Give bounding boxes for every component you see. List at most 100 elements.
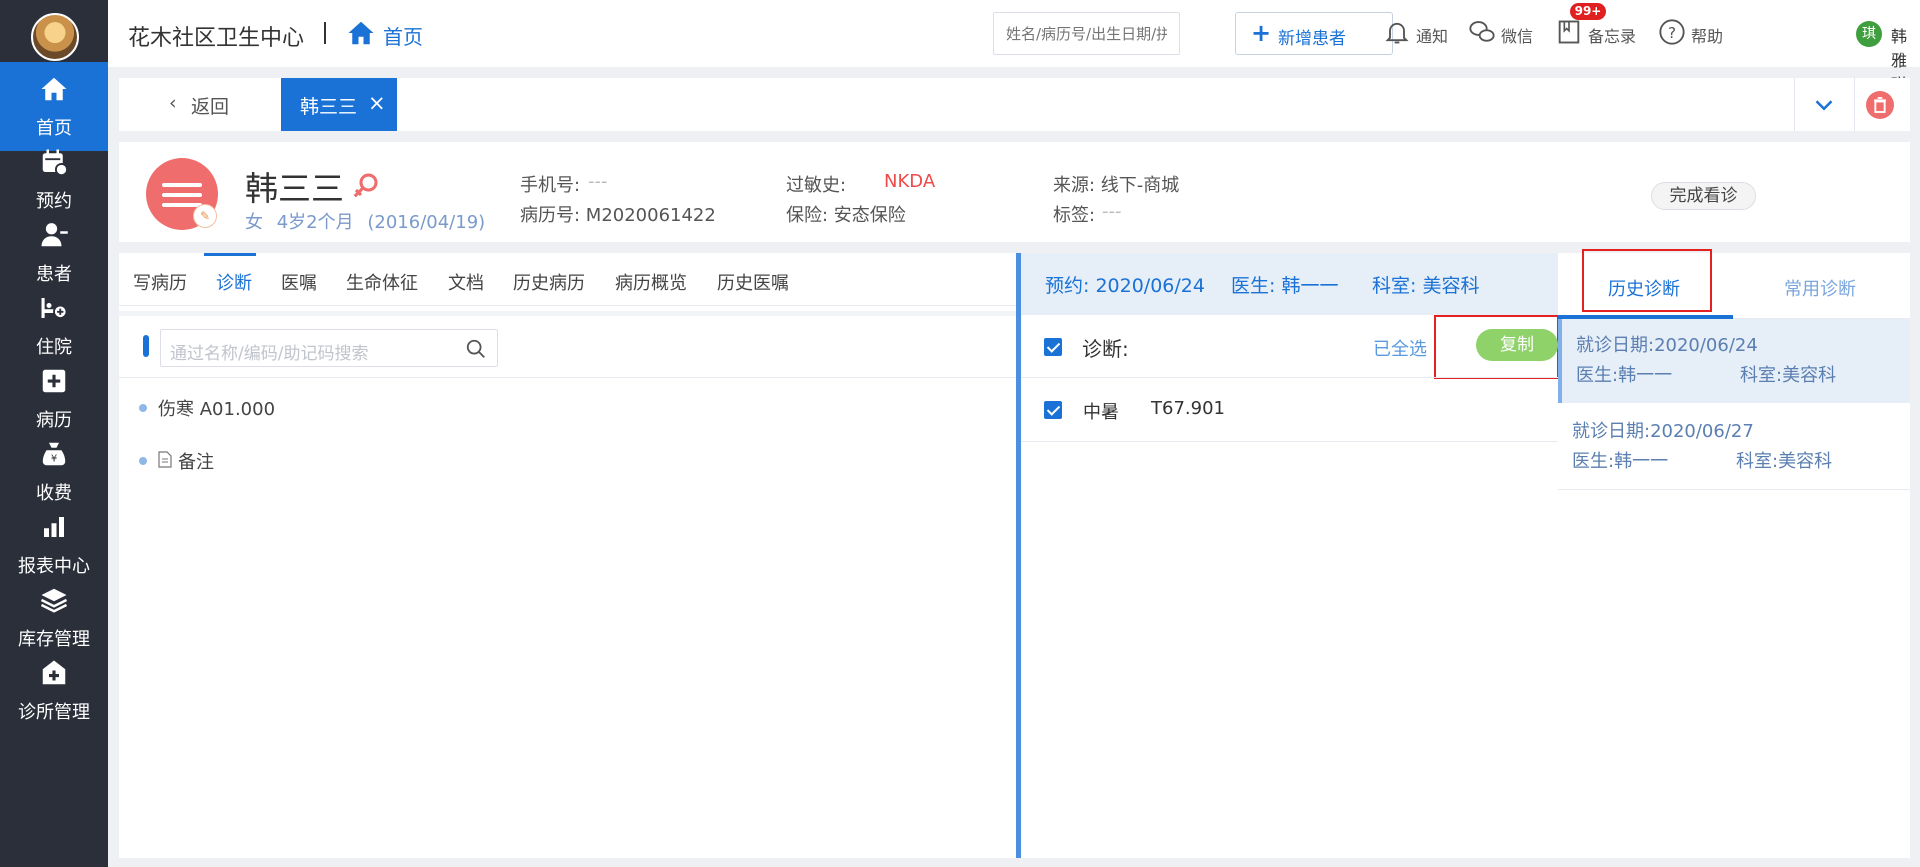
female-icon	[353, 173, 378, 198]
svg-text:?: ?	[1668, 24, 1676, 42]
history-doctor: 医生:韩一一	[1576, 365, 1673, 386]
divider	[119, 305, 1016, 306]
diagnosis-search-input[interactable]: 通过名称/编码/助记码搜索	[160, 329, 498, 367]
phone-label: 手机号:	[520, 175, 581, 196]
history-dept: 科室:美容科	[1736, 451, 1833, 472]
help-icon: ?	[1659, 19, 1685, 45]
visit-doctor: 医生: 韩一一	[1231, 275, 1339, 297]
diagnosis-code: T67.901	[1151, 398, 1225, 419]
record-number: 病历号: M2020061422	[520, 205, 716, 226]
bed-icon	[41, 298, 68, 319]
patient-age: 4岁2个月	[276, 212, 354, 233]
phone-value: ---	[588, 171, 608, 192]
bell-icon	[1385, 22, 1409, 44]
source-info: 来源: 线下-商城	[1053, 175, 1180, 196]
patient-birth: (2016/04/19)	[367, 212, 486, 233]
wechat-label: 微信	[1501, 27, 1534, 46]
layers-icon	[40, 588, 68, 613]
trash-icon	[1874, 97, 1886, 113]
history-doctor: 医生:韩一一	[1572, 451, 1669, 472]
allergy-label: 过敏史:	[786, 175, 847, 196]
section-marker	[143, 335, 149, 357]
patient-header: ✎ 韩三三 女 4岁2个月 (2016/04/19)	[119, 142, 1910, 242]
tab-vitals[interactable]: 生命体征	[346, 269, 418, 295]
divider	[1021, 441, 1558, 442]
visit-department: 科室: 美容科	[1372, 275, 1480, 297]
tab-record-overview[interactable]: 病历概览	[615, 269, 687, 295]
bar-chart-icon	[44, 517, 64, 537]
clinic-icon	[42, 660, 66, 685]
diagnosis-panel: 预约: 2020/06/24 医生: 韩一一 科室: 美容科 诊断: 已全选 复…	[1021, 253, 1559, 858]
bullet-icon	[139, 404, 147, 412]
patient-basic-info: 女 4岁2个月 (2016/04/19)	[245, 208, 485, 234]
tab-patient[interactable]: 韩三三 ×	[281, 78, 397, 131]
copy-button[interactable]: 复制	[1476, 329, 1558, 361]
notify-label: 通知	[1416, 27, 1449, 46]
editor-panel: 写病历 诊断 医嘱 生命体征 文档 历史病历 病历概览 历史医嘱 通过名称/编码…	[119, 253, 1016, 858]
top-header: 花木社区卫生中心 首页 + 新增患者 通知 99+ 微信 备忘录 ? 帮助 琪 …	[108, 0, 1920, 94]
allergy-value: NKDA	[884, 171, 936, 192]
tab-label: 韩三三	[300, 96, 358, 118]
divider	[1558, 489, 1910, 490]
patient-icon	[41, 223, 68, 247]
history-panel: 历史诊断 常用诊断 就诊日期:2020/06/24 医生:韩一一 科室:美容科 …	[1558, 249, 1910, 858]
diagnosis-name: 中暑	[1083, 402, 1119, 423]
tab-history-records[interactable]: 历史病历	[513, 269, 585, 295]
tab-orders[interactable]: 医嘱	[281, 269, 317, 295]
money-bag-icon: ¥	[42, 442, 66, 466]
patient-gender: 女	[245, 212, 263, 233]
document-icon	[158, 451, 172, 468]
chevron-down-icon[interactable]	[1809, 90, 1839, 120]
note-item-label: 备注	[178, 452, 214, 473]
help-label: 帮助	[1691, 27, 1724, 46]
divider	[1854, 78, 1855, 131]
close-icon[interactable]: ×	[368, 91, 386, 115]
tab-history-diagnosis[interactable]: 历史诊断	[1608, 275, 1680, 301]
insurance-info: 保险: 安态保险	[786, 205, 906, 226]
tab-strip: ‹ 返回 韩三三 ×	[119, 78, 1910, 131]
divider	[119, 377, 1016, 378]
divider	[1794, 78, 1795, 131]
diagnosis-item-label: 伤寒 A01.000	[158, 399, 276, 420]
breadcrumb-label: 首页	[383, 25, 423, 49]
tag-value: ---	[1102, 201, 1122, 222]
tab-diagnosis[interactable]: 诊断	[216, 269, 252, 295]
bullet-icon	[139, 457, 147, 465]
record-icon	[42, 369, 66, 393]
history-item[interactable]: 就诊日期:2020/06/24 医生:韩一一 科室:美容科	[1558, 319, 1910, 403]
edit-icon[interactable]: ✎	[193, 204, 217, 228]
chevron-left-icon: ‹	[169, 92, 177, 114]
sidebar-item-label: 诊所管理	[18, 702, 90, 723]
user-avatar[interactable]: 琪	[1856, 21, 1882, 47]
search-placeholder: 通过名称/编码/助记码搜索	[170, 344, 369, 364]
tab-documents[interactable]: 文档	[448, 269, 484, 295]
clinic-avatar[interactable]	[31, 13, 79, 61]
new-patient-label: 新增患者	[1278, 29, 1346, 49]
tab-common-diagnosis[interactable]: 常用诊断	[1784, 275, 1856, 301]
clinic-name: 花木社区卫生中心	[128, 26, 305, 51]
wechat-icon	[1469, 21, 1495, 42]
active-tab-indicator	[204, 253, 256, 256]
new-patient-button[interactable]: + 新增患者	[1235, 12, 1393, 55]
diagnosis-checkbox[interactable]	[1044, 401, 1062, 419]
finish-visit-button[interactable]: 完成看诊	[1651, 182, 1756, 210]
tab-history-orders[interactable]: 历史医嘱	[717, 269, 789, 295]
home-icon	[348, 21, 374, 45]
sidebar-item-clinic[interactable]: 诊所管理	[0, 646, 108, 735]
calendar-icon	[42, 149, 69, 177]
history-dept: 科室:美容科	[1740, 365, 1837, 386]
search-icon[interactable]	[465, 338, 487, 360]
select-all-checkbox[interactable]	[1044, 338, 1062, 356]
delete-button[interactable]	[1866, 91, 1894, 119]
tab-write-record[interactable]: 写病历	[133, 269, 187, 295]
divider	[119, 311, 1016, 316]
memo-icon	[1558, 20, 1580, 44]
divider	[324, 22, 326, 44]
appointment-date: 预约: 2020/06/24	[1045, 275, 1205, 297]
patient-search-input[interactable]	[993, 12, 1180, 55]
sidebar: 首页 预约 患者 住院 病历 ¥ 收费 报表中心 库存管理 诊所管理	[0, 0, 108, 867]
plus-icon: +	[1251, 19, 1272, 47]
select-all-link[interactable]: 已全选	[1373, 335, 1427, 361]
divider	[1021, 377, 1558, 378]
history-item[interactable]: 就诊日期:2020/06/27 医生:韩一一 科室:美容科	[1558, 405, 1910, 489]
